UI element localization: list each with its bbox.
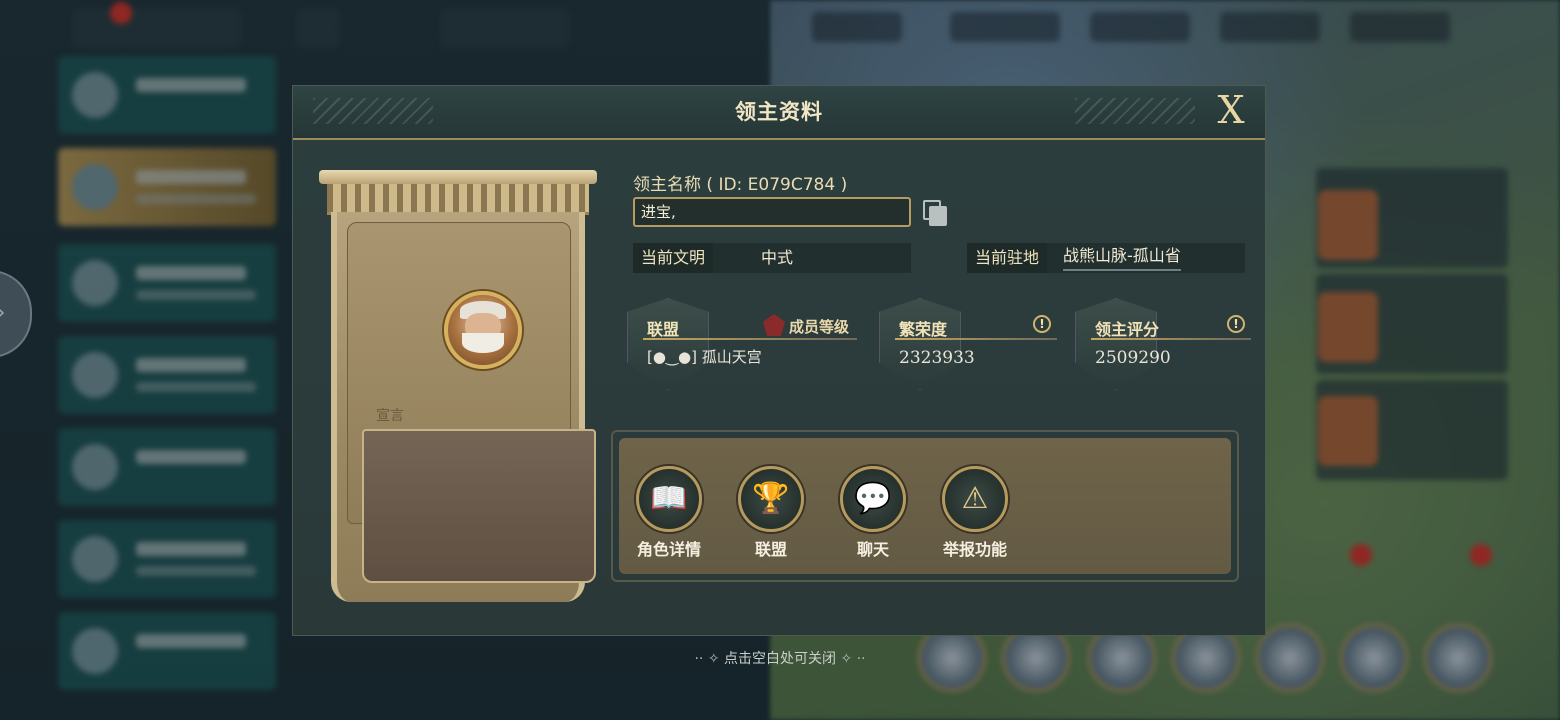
prosperity-stat: 繁荣度 ! 2323933 (879, 294, 1059, 390)
location-label: 当前驻地 (967, 243, 1048, 273)
copy-icon[interactable] (923, 200, 947, 226)
civilization-label: 当前文明 (633, 243, 714, 273)
lord-profile-dialog: 领主资料 X 宣言 领主名称 ( ID: E079C784 ) 进宝, 当前文明… (292, 85, 1266, 636)
civilization-row: 当前文明 中式 (633, 243, 911, 273)
civilization-value: 中式 (761, 248, 794, 267)
portrait-pillar: 宣言 (319, 170, 597, 606)
lord-score-shield (1075, 298, 1157, 390)
close-hint-text: 点击空白处可关闭 (724, 651, 836, 667)
lord-score-info-icon[interactable]: ! (1227, 315, 1245, 333)
warning-icon: ⚠ (961, 481, 989, 516)
alliance-name[interactable]: [●‿●] 孤山天宫 (647, 346, 762, 367)
alliance-stat: 联盟 成员等级 [●‿●] 孤山天宫 (627, 294, 863, 390)
trophy-icon: 🏆 (752, 481, 790, 516)
close-button[interactable]: X (1211, 90, 1251, 130)
action-circle: 📖 (636, 466, 702, 532)
close-hint: ·· ✧ 点击空白处可关闭 ✧ ·· (650, 648, 910, 668)
action-panel-inner: 📖 角色详情 🏆 联盟 💬 聊天 ⚠ 举报功能 (619, 438, 1231, 574)
declaration-label: 宣言 (376, 408, 404, 424)
alliance-label: 联盟 (647, 320, 680, 339)
prosperity-shield (879, 298, 961, 390)
declaration-box (362, 429, 596, 583)
book-icon: 📖 (650, 481, 688, 516)
character-details-label: 角色详情 (636, 540, 701, 559)
lord-score-value: 2509290 (1095, 348, 1171, 368)
pillar-body: 宣言 (331, 212, 596, 602)
action-circle: 🏆 (738, 466, 804, 532)
lord-score-label: 领主评分 (1095, 320, 1160, 339)
avatar-beard (462, 333, 504, 353)
pillar-inner-panel: 宣言 (347, 222, 596, 583)
member-rank-icon (763, 314, 785, 336)
alliance-button[interactable]: 🏆 联盟 (729, 466, 813, 562)
ornament-right-icon: ✧ ·· (836, 651, 866, 667)
alliance-button-label: 联盟 (754, 540, 787, 559)
dialog-title: 领主资料 (735, 100, 823, 124)
alliance-divider (643, 338, 857, 340)
action-circle: ⚠ (942, 466, 1008, 532)
prosperity-divider (895, 338, 1057, 340)
member-rank-label: 成员等级 (789, 318, 850, 336)
chat-button[interactable]: 💬 聊天 (831, 466, 915, 562)
prosperity-value: 2323933 (899, 348, 975, 368)
dialog-header: 领主资料 X (293, 86, 1265, 140)
report-button[interactable]: ⚠ 举报功能 (933, 466, 1017, 562)
chat-button-label: 聊天 (856, 540, 889, 559)
lord-name-field[interactable]: 进宝, (633, 197, 911, 227)
lord-score-stat: 领主评分 ! 2509290 (1075, 294, 1255, 390)
lord-score-divider (1091, 338, 1251, 340)
lord-avatar[interactable] (444, 291, 522, 369)
location-value[interactable]: 战熊山脉-孤山省 (1063, 243, 1181, 271)
ornament-left-icon: ·· ✧ (694, 651, 724, 667)
chat-icon: 💬 (854, 481, 892, 516)
action-panel: 📖 角色详情 🏆 联盟 💬 聊天 ⚠ 举报功能 (611, 430, 1239, 582)
lord-name-label: 领主名称 ( ID: E079C784 ) (633, 175, 848, 195)
character-details-button[interactable]: 📖 角色详情 (627, 466, 711, 562)
prosperity-label: 繁荣度 (899, 320, 948, 339)
pillar-frieze (327, 184, 589, 215)
pillar-cap (319, 170, 597, 184)
prosperity-info-icon[interactable]: ! (1033, 315, 1051, 333)
action-circle: 💬 (840, 466, 906, 532)
location-row: 当前驻地 战熊山脉-孤山省 (967, 243, 1245, 273)
alliance-shield (627, 298, 709, 390)
report-button-label: 举报功能 (942, 540, 1007, 559)
